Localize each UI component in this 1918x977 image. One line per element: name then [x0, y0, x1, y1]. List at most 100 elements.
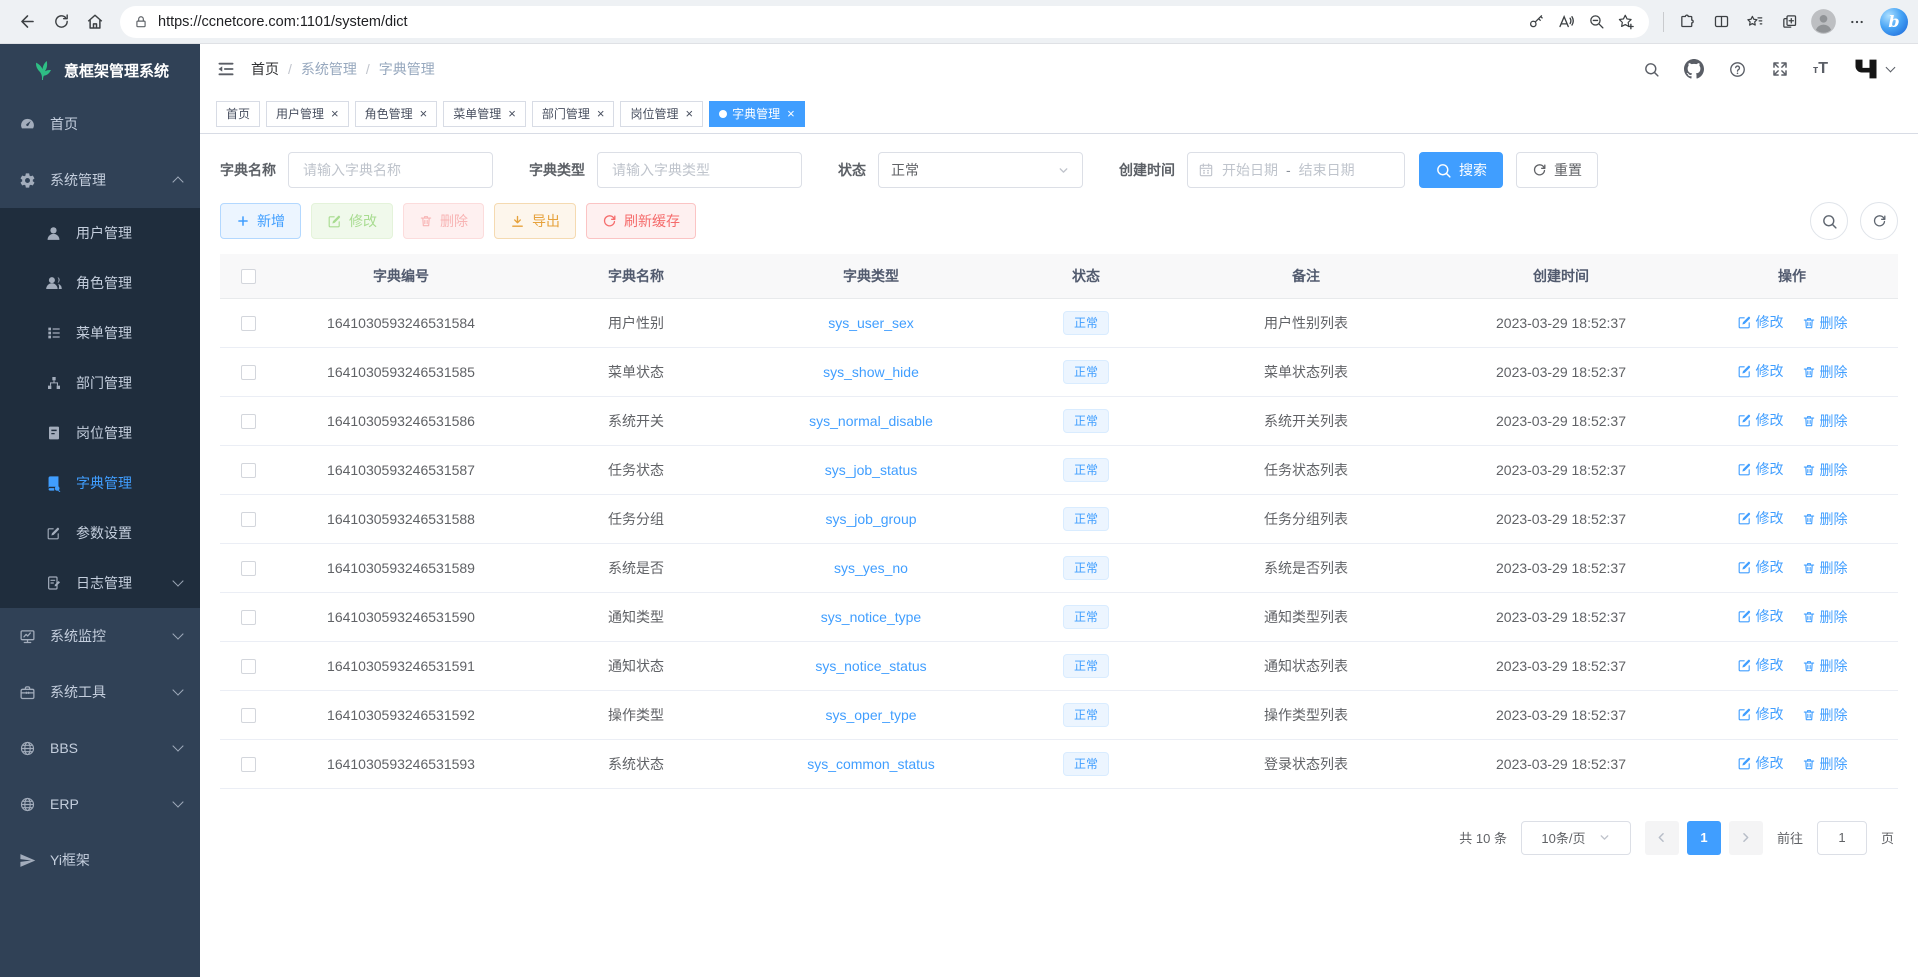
delete-row-button[interactable]: 删除	[1802, 558, 1848, 578]
delete-row-button[interactable]: 删除	[1802, 460, 1848, 480]
search-button[interactable]: 搜索	[1419, 152, 1503, 188]
page-number-1[interactable]: 1	[1687, 821, 1721, 855]
status-select[interactable]: 正常	[878, 152, 1083, 188]
password-icon[interactable]	[1521, 8, 1551, 36]
row-checkbox[interactable]	[241, 365, 256, 380]
row-checkbox[interactable]	[241, 463, 256, 478]
sidebar-item-dict-mgmt[interactable]: 字典管理	[0, 458, 200, 508]
dict-type-input[interactable]	[597, 152, 802, 188]
sidebar-item-log-mgmt[interactable]: 日志管理	[0, 558, 200, 608]
user-menu[interactable]	[1852, 55, 1894, 83]
profile-avatar[interactable]	[1806, 5, 1840, 39]
more-options-icon[interactable]	[1840, 5, 1874, 39]
dict-type-link[interactable]: sys_normal_disable	[809, 413, 933, 429]
delete-row-button[interactable]: 删除	[1802, 656, 1848, 676]
dict-type-link[interactable]: sys_notice_status	[815, 658, 926, 674]
refresh-table-button[interactable]	[1860, 202, 1898, 240]
refresh-cache-button[interactable]: 刷新缓存	[586, 203, 696, 239]
breadcrumb-home[interactable]: 首页	[251, 59, 279, 79]
dict-type-link[interactable]: sys_job_group	[825, 511, 916, 527]
show-search-button[interactable]	[1810, 202, 1848, 240]
browser-back-button[interactable]	[10, 5, 44, 39]
sidebar-item-system-mgmt[interactable]: 系统管理	[0, 152, 200, 208]
dict-type-link[interactable]: sys_common_status	[807, 756, 935, 772]
extensions-icon[interactable]	[1670, 5, 1704, 39]
delete-row-button[interactable]: 删除	[1802, 362, 1848, 382]
delete-row-button[interactable]: 删除	[1802, 705, 1848, 725]
tab-item-1[interactable]: 用户管理×	[266, 101, 349, 127]
next-page-button[interactable]	[1729, 821, 1763, 855]
close-tab-icon[interactable]: ×	[331, 107, 339, 120]
edit-row-button[interactable]: 修改	[1737, 753, 1784, 773]
edit-row-button[interactable]: 修改	[1737, 655, 1784, 675]
sidebar-item-dept-mgmt[interactable]: 部门管理	[0, 358, 200, 408]
row-checkbox[interactable]	[241, 757, 256, 772]
sidebar-item-yi-framework[interactable]: Yi框架	[0, 832, 200, 888]
close-tab-icon[interactable]: ×	[508, 107, 516, 120]
favorites-icon[interactable]	[1738, 5, 1772, 39]
close-tab-icon[interactable]: ×	[685, 107, 693, 120]
dict-type-link[interactable]: sys_yes_no	[834, 560, 908, 576]
add-favorite-icon[interactable]	[1611, 8, 1641, 36]
goto-page-input[interactable]	[1817, 821, 1867, 855]
dict-name-input[interactable]	[288, 152, 493, 188]
edit-row-button[interactable]: 修改	[1737, 459, 1784, 479]
sidebar-item-role-mgmt[interactable]: 角色管理	[0, 258, 200, 308]
zoom-out-icon[interactable]	[1581, 8, 1611, 36]
select-all-checkbox[interactable]	[241, 269, 256, 284]
dict-type-link[interactable]: sys_user_sex	[828, 315, 914, 331]
edit-row-button[interactable]: 修改	[1737, 312, 1784, 332]
delete-row-button[interactable]: 删除	[1802, 754, 1848, 774]
collections-icon[interactable]	[1772, 5, 1806, 39]
tab-item-2[interactable]: 角色管理×	[355, 101, 438, 127]
row-checkbox[interactable]	[241, 512, 256, 527]
date-range-picker[interactable]: 开始日期 - 结束日期	[1187, 152, 1405, 188]
sidebar-item-sys-tools[interactable]: 系统工具	[0, 664, 200, 720]
delete-row-button[interactable]: 删除	[1802, 607, 1848, 627]
row-checkbox[interactable]	[241, 708, 256, 723]
page-size-select[interactable]: 10条/页	[1521, 821, 1631, 855]
dict-type-link[interactable]: sys_notice_type	[821, 609, 921, 625]
row-checkbox[interactable]	[241, 659, 256, 674]
help-icon[interactable]	[1728, 60, 1747, 79]
edit-row-button[interactable]: 修改	[1737, 606, 1784, 626]
row-checkbox[interactable]	[241, 561, 256, 576]
close-tab-icon[interactable]: ×	[420, 107, 428, 120]
delete-row-button[interactable]: 删除	[1802, 313, 1848, 333]
browser-home-button[interactable]	[78, 5, 112, 39]
row-checkbox[interactable]	[241, 316, 256, 331]
delete-row-button[interactable]: 删除	[1802, 509, 1848, 529]
row-checkbox[interactable]	[241, 414, 256, 429]
tab-item-6[interactable]: 字典管理×	[709, 101, 805, 127]
tab-item-3[interactable]: 菜单管理×	[443, 101, 526, 127]
prev-page-button[interactable]	[1645, 821, 1679, 855]
edit-button[interactable]: 修改	[311, 203, 393, 239]
edit-row-button[interactable]: 修改	[1737, 410, 1784, 430]
sidebar-item-user-mgmt[interactable]: 用户管理	[0, 208, 200, 258]
browser-refresh-button[interactable]	[44, 5, 78, 39]
github-icon[interactable]	[1684, 59, 1704, 79]
delete-row-button[interactable]: 删除	[1802, 411, 1848, 431]
sidebar-item-param-settings[interactable]: 参数设置	[0, 508, 200, 558]
dict-type-link[interactable]: sys_show_hide	[823, 364, 919, 380]
read-aloud-icon[interactable]	[1551, 8, 1581, 36]
add-button[interactable]: 新增	[220, 203, 301, 239]
fullscreen-icon[interactable]	[1771, 60, 1789, 78]
copilot-icon[interactable]: b	[1880, 8, 1908, 36]
edit-row-button[interactable]: 修改	[1737, 557, 1784, 577]
sidebar-item-menu-mgmt[interactable]: 菜单管理	[0, 308, 200, 358]
dict-type-link[interactable]: sys_job_status	[825, 462, 918, 478]
edit-row-button[interactable]: 修改	[1737, 704, 1784, 724]
address-bar[interactable]: https://ccnetcore.com:1101/system/dict	[120, 6, 1649, 38]
text-size-icon[interactable]: тT	[1813, 60, 1828, 78]
sidebar-item-home[interactable]: 首页	[0, 96, 200, 152]
sidebar-item-post-mgmt[interactable]: 岗位管理	[0, 408, 200, 458]
split-screen-icon[interactable]	[1704, 5, 1738, 39]
edit-row-button[interactable]: 修改	[1737, 361, 1784, 381]
sidebar-item-bbs[interactable]: BBS	[0, 720, 200, 776]
reset-button[interactable]: 重置	[1516, 152, 1598, 188]
dict-type-link[interactable]: sys_oper_type	[825, 707, 916, 723]
sidebar-toggle[interactable]	[216, 59, 236, 79]
sidebar-item-erp[interactable]: ERP	[0, 776, 200, 832]
export-button[interactable]: 导出	[494, 203, 576, 239]
